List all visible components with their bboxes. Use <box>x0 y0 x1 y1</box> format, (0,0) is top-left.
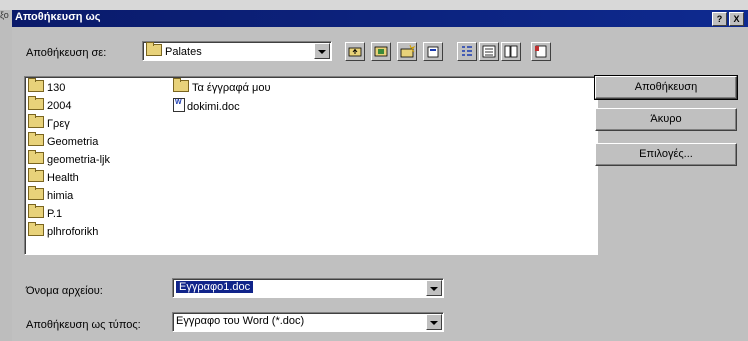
save-button[interactable]: Αποθήκευση <box>594 75 738 100</box>
folder-icon <box>173 78 189 92</box>
file-type-dropdown[interactable]: Εγγραφο του Word (*.doc) <box>172 312 444 332</box>
file-list[interactable]: 130 2004 Γρεγ Geometria geometria-ljk He… <box>24 76 598 255</box>
commands-icon <box>535 45 547 58</box>
favorites-icon <box>427 46 439 58</box>
cancel-button[interactable]: Άκυρο <box>595 108 737 131</box>
list-item[interactable]: Health <box>28 168 79 185</box>
background-fragment: ξο <box>0 10 9 20</box>
folder-icon <box>28 78 44 92</box>
file-name-value-wrap: Εγγραφο1.doc <box>176 281 254 293</box>
options-button[interactable]: Επιλογές... <box>595 143 737 166</box>
list-item[interactable]: plhroforikh <box>28 222 98 239</box>
word-document-icon <box>173 98 185 112</box>
folder-icon <box>28 150 44 164</box>
list-item[interactable]: 2004 <box>28 96 71 113</box>
dialog-title: Αποθήκευση ως <box>15 11 101 23</box>
save-in-value-wrap: Palates <box>146 42 202 58</box>
list-view-icon <box>462 46 472 56</box>
close-button[interactable]: X <box>729 12 744 26</box>
desktop-button[interactable] <box>371 42 391 61</box>
file-type-label: Αποθήκευση ως τύπος: <box>26 319 141 331</box>
folder-icon <box>28 222 44 236</box>
folder-icon <box>28 114 44 128</box>
list-item[interactable]: Geometria <box>28 132 98 149</box>
folder-icon <box>28 96 44 110</box>
favorites-button[interactable] <box>423 42 443 61</box>
folder-icon <box>28 168 44 182</box>
list-item[interactable]: himia <box>28 186 73 203</box>
list-view-button[interactable] <box>457 42 477 61</box>
list-item[interactable]: 130 <box>28 78 65 95</box>
chevron-down-icon[interactable] <box>314 43 330 59</box>
file-type-value: Εγγραφο του Word (*.doc) <box>176 315 305 327</box>
list-item[interactable]: geometria-ljk <box>28 150 110 167</box>
details-view-icon <box>482 45 496 58</box>
file-name-label: Όνομα αρχείου: <box>26 285 103 297</box>
folder-icon <box>28 204 44 218</box>
desktop-icon <box>374 46 388 57</box>
file-name-value: Εγγραφο1.doc <box>176 281 254 293</box>
folder-icon <box>28 186 44 200</box>
folder-icon <box>146 42 162 56</box>
new-folder-button[interactable] <box>397 42 417 61</box>
up-one-level-icon <box>348 47 362 57</box>
properties-view-button[interactable] <box>501 42 521 61</box>
commands-button[interactable] <box>531 42 551 61</box>
background-window-edge: ξο <box>0 10 12 341</box>
save-in-dropdown[interactable]: Palates <box>142 41 332 61</box>
list-item[interactable]: Γρεγ <box>28 114 70 131</box>
list-item-document[interactable]: dokimi.doc <box>173 98 240 113</box>
title-bar: Αποθήκευση ως ? X <box>12 10 748 27</box>
save-in-label: Αποθήκευση σε: <box>26 47 107 59</box>
new-folder-icon <box>400 44 416 58</box>
chevron-down-icon[interactable] <box>426 280 442 296</box>
help-button[interactable]: ? <box>712 12 727 26</box>
save-as-dialog: Αποθήκευση ως ? X Αποθήκευση σε: Palates… <box>12 10 748 341</box>
list-item[interactable]: Τα έγγραφά μου <box>173 78 270 95</box>
list-item[interactable]: P.1 <box>28 204 62 221</box>
properties-view-icon <box>504 45 518 58</box>
background-window-strip <box>0 0 748 10</box>
chevron-down-icon[interactable] <box>426 314 442 330</box>
up-one-level-button[interactable] <box>345 42 365 61</box>
save-in-value: Palates <box>165 46 202 58</box>
folder-icon <box>28 132 44 146</box>
details-view-button[interactable] <box>479 42 499 61</box>
file-name-input[interactable]: Εγγραφο1.doc <box>172 278 444 298</box>
